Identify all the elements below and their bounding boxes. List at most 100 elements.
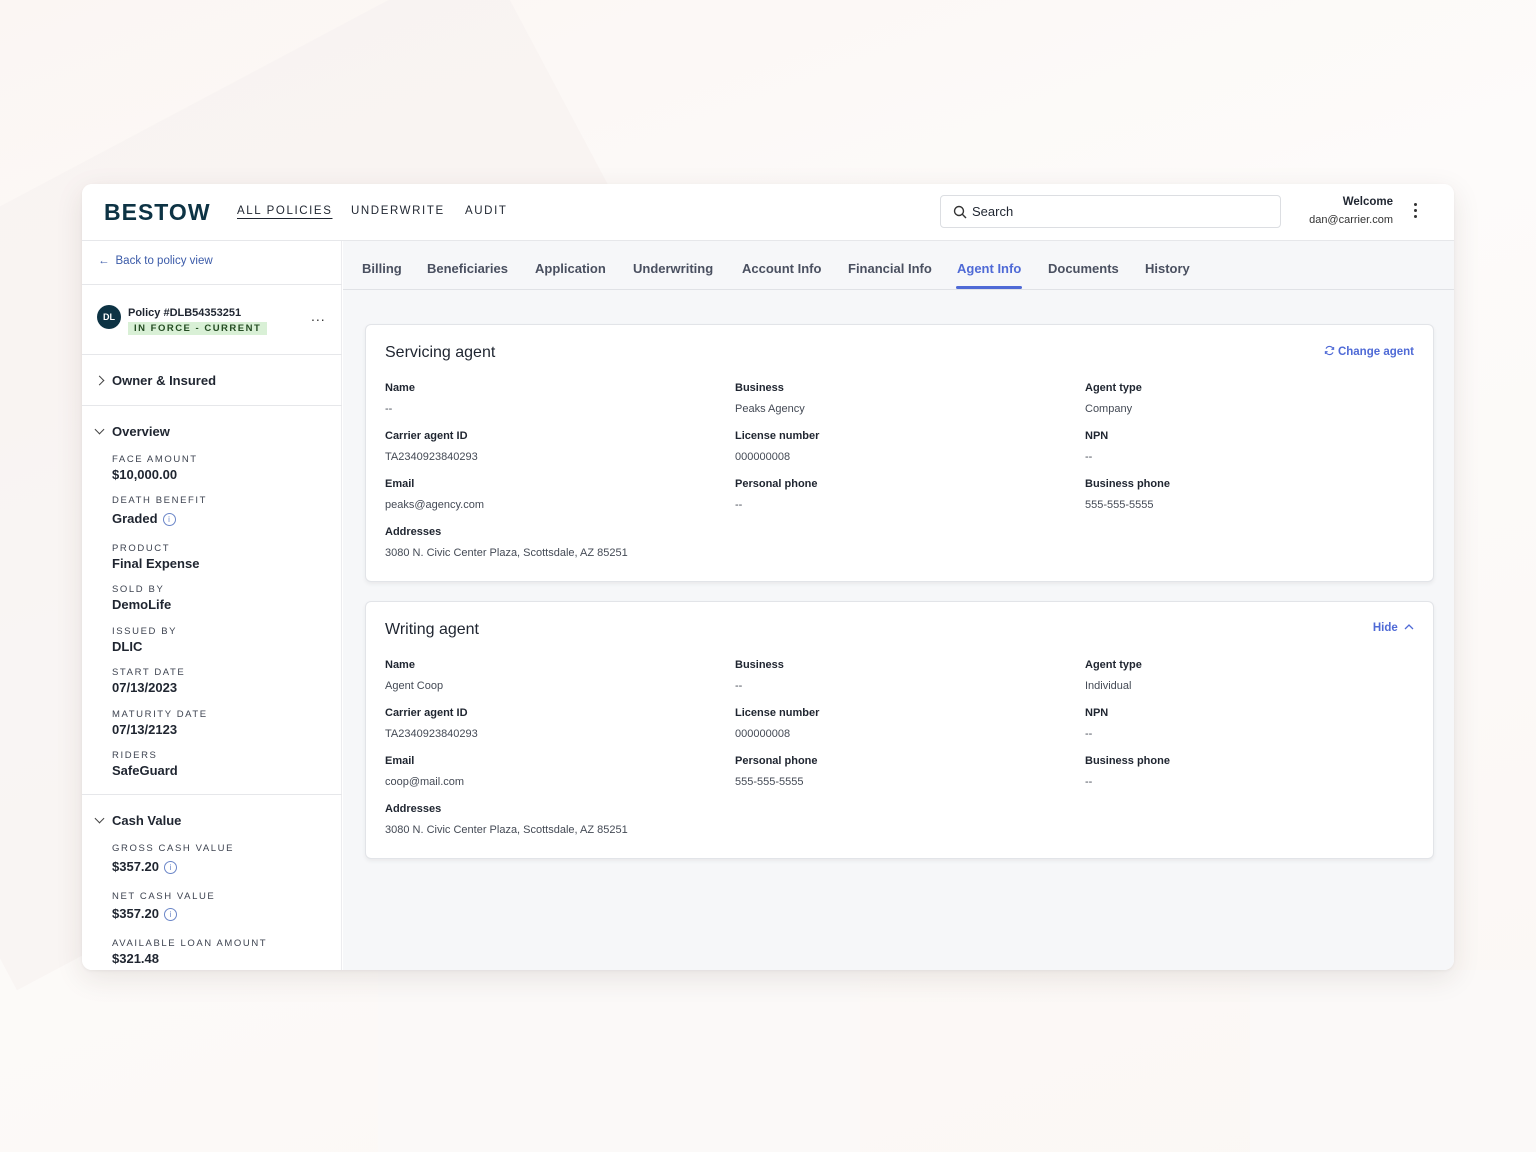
active-tab-indicator bbox=[956, 286, 1022, 289]
refresh-icon bbox=[1324, 345, 1335, 356]
nav-audit[interactable]: AUDIT bbox=[465, 205, 508, 217]
divider bbox=[82, 284, 342, 285]
search-input[interactable]: Search bbox=[940, 195, 1281, 228]
main-content: Billing Beneficiaries Application Underw… bbox=[343, 241, 1454, 970]
card-title: Servicing agent bbox=[385, 344, 496, 361]
tab-bar: Billing Beneficiaries Application Underw… bbox=[343, 241, 1454, 290]
field-label: DEATH BENEFIT bbox=[112, 495, 208, 506]
net-cash-value: $357.20 i bbox=[112, 906, 177, 921]
background-shape bbox=[378, 970, 860, 1152]
chevron-right-icon bbox=[94, 375, 105, 386]
card-title: Writing agent bbox=[385, 621, 479, 638]
tab-beneficiaries[interactable]: Beneficiaries bbox=[427, 261, 508, 276]
tab-financial-info[interactable]: Financial Info bbox=[848, 261, 932, 276]
agent-type-value: Company bbox=[1085, 403, 1133, 415]
arrow-left-icon: ← bbox=[98, 255, 110, 267]
tab-documents[interactable]: Documents bbox=[1048, 261, 1119, 276]
field-label: AVAILABLE LOAN AMOUNT bbox=[112, 938, 268, 949]
owner-insured-section[interactable]: Owner & Insured bbox=[94, 373, 216, 388]
field-label: SOLD BY bbox=[112, 584, 165, 595]
tab-agent-info[interactable]: Agent Info bbox=[957, 261, 1021, 276]
tab-billing[interactable]: Billing bbox=[362, 261, 402, 276]
npn-label: NPN bbox=[1085, 430, 1109, 442]
overview-section[interactable]: Overview bbox=[94, 424, 170, 439]
policy-menu-button[interactable]: ... bbox=[311, 308, 326, 324]
tab-history[interactable]: History bbox=[1145, 261, 1190, 276]
addresses-label: Addresses bbox=[385, 803, 442, 815]
chevron-up-icon bbox=[1404, 624, 1414, 630]
field-value: Graded bbox=[112, 511, 158, 526]
divider bbox=[82, 794, 342, 795]
writing-agent-card: Writing agent Hide Name Agent Coop Busin… bbox=[365, 601, 1434, 859]
email-value: coop@mail.com bbox=[385, 776, 465, 788]
field-label: FACE AMOUNT bbox=[112, 454, 198, 465]
carrier-id-value: TA2340923840293 bbox=[385, 451, 478, 463]
business-phone-label: Business phone bbox=[1085, 478, 1170, 490]
search-icon bbox=[953, 205, 967, 219]
field-label: ISSUED BY bbox=[112, 626, 178, 637]
tab-application[interactable]: Application bbox=[535, 261, 606, 276]
field-label: MATURITY DATE bbox=[112, 709, 208, 720]
name-value: -- bbox=[385, 403, 393, 415]
field-value: 07/13/2023 bbox=[112, 680, 178, 695]
status-badge: IN FORCE - CURRENT bbox=[128, 322, 268, 335]
death-benefit-value: Graded i bbox=[112, 511, 176, 526]
field-label: GROSS CASH VALUE bbox=[112, 843, 235, 854]
field-value: $321.48 bbox=[112, 951, 159, 966]
servicing-agent-card: Servicing agent Change agent Name -- Bus… bbox=[365, 324, 1434, 582]
app-window: BESTOW ALL POLICIES UNDERWRITE AUDIT Sea… bbox=[82, 184, 1454, 970]
action-label: Hide bbox=[1372, 622, 1398, 634]
agent-type-label: Agent type bbox=[1085, 382, 1142, 394]
email-label: Email bbox=[385, 478, 415, 490]
search-placeholder: Search bbox=[972, 204, 1014, 219]
welcome-text: Welcome bbox=[1342, 196, 1393, 208]
bestow-logo[interactable]: BESTOW bbox=[104, 199, 211, 226]
more-options-icon[interactable] bbox=[1410, 203, 1420, 221]
personal-phone-label: Personal phone bbox=[735, 755, 818, 767]
npn-label: NPN bbox=[1085, 707, 1109, 719]
info-icon[interactable]: i bbox=[164, 908, 177, 921]
action-label: Change agent bbox=[1337, 346, 1414, 358]
back-to-policy-link[interactable]: ← Back to policy view bbox=[98, 255, 213, 267]
field-value: $357.20 bbox=[112, 906, 159, 921]
divider bbox=[82, 354, 342, 355]
field-label: START DATE bbox=[112, 667, 186, 678]
gross-cash-value: $357.20 i bbox=[112, 859, 177, 874]
name-value: Agent Coop bbox=[385, 680, 444, 692]
license-value: 000000008 bbox=[735, 728, 791, 740]
npn-value: -- bbox=[1085, 728, 1093, 740]
nav-underwrite[interactable]: UNDERWRITE bbox=[351, 205, 445, 217]
carrier-id-value: TA2340923840293 bbox=[385, 728, 478, 740]
field-value: Final Expense bbox=[112, 556, 200, 571]
change-agent-button[interactable]: Change agent bbox=[1324, 345, 1414, 358]
section-label: Overview bbox=[112, 424, 170, 439]
tab-underwriting[interactable]: Underwriting bbox=[633, 261, 713, 276]
business-value: Peaks Agency bbox=[735, 403, 805, 415]
business-value: -- bbox=[735, 680, 743, 692]
field-label: RIDERS bbox=[112, 750, 158, 761]
field-value: $357.20 bbox=[112, 859, 159, 874]
addresses-value: 3080 N. Civic Center Plaza, Scottsdale, … bbox=[385, 824, 628, 836]
nav-all-policies[interactable]: ALL POLICIES bbox=[237, 205, 332, 217]
email-value: peaks@agency.com bbox=[385, 499, 485, 511]
email-label: Email bbox=[385, 755, 415, 767]
policy-summary: DL Policy #DLB54353251 IN FORCE - CURREN… bbox=[92, 303, 332, 339]
agent-type-label: Agent type bbox=[1085, 659, 1142, 671]
info-icon[interactable]: i bbox=[164, 861, 177, 874]
field-label: NET CASH VALUE bbox=[112, 891, 216, 902]
personal-phone-value: 555-555-5555 bbox=[735, 776, 804, 788]
hide-button[interactable]: Hide bbox=[1373, 622, 1414, 634]
tab-account-info[interactable]: Account Info bbox=[742, 261, 821, 276]
field-label: PRODUCT bbox=[112, 543, 171, 554]
personal-phone-value: -- bbox=[735, 499, 743, 511]
field-value: $10,000.00 bbox=[112, 467, 178, 482]
back-label: Back to policy view bbox=[115, 255, 213, 267]
policy-sidebar: ← Back to policy view DL Policy #DLB54353… bbox=[82, 241, 342, 970]
cash-value-section[interactable]: Cash Value bbox=[94, 813, 181, 828]
field-value: DLIC bbox=[112, 639, 143, 654]
chevron-down-icon bbox=[94, 813, 105, 824]
top-bar: BESTOW ALL POLICIES UNDERWRITE AUDIT Sea… bbox=[82, 184, 1454, 241]
info-icon[interactable]: i bbox=[162, 513, 176, 526]
avatar: DL bbox=[97, 305, 121, 329]
divider bbox=[82, 405, 342, 406]
